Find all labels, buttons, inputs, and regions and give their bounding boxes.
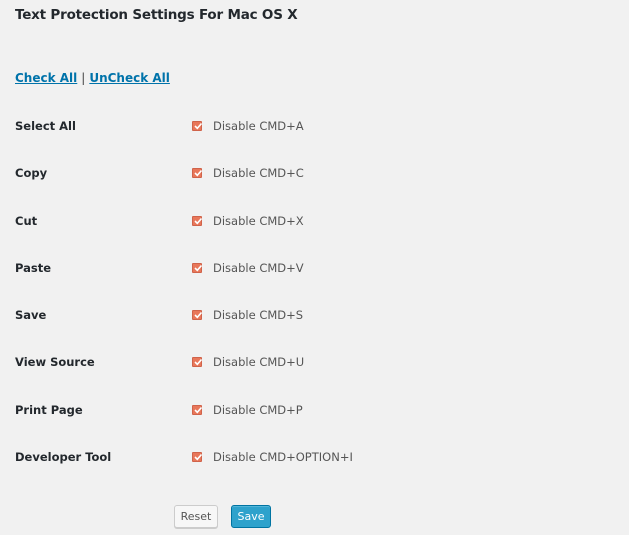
setting-label: Select All [15,119,76,133]
check-all-link[interactable]: Check All [15,71,77,85]
checkmark-icon [194,264,203,272]
checkbox-label[interactable]: Disable CMD+C [213,163,304,183]
uncheck-all-link[interactable]: UnCheck All [89,71,170,85]
link-separator: | [81,71,86,85]
setting-row-view-source: View Source Disable CMD+U [15,352,615,372]
checkmark-icon [194,122,203,130]
checkbox-cmd-v[interactable] [192,263,203,273]
bulk-select-links: Check All | UnCheck All [15,71,170,85]
checkbox-label[interactable]: Disable CMD+V [213,258,304,278]
checkbox-cmd-u[interactable] [192,357,203,367]
setting-label: Save [15,308,47,322]
checkbox-cmd-x[interactable] [192,216,203,226]
setting-label: Developer Tool [15,450,112,464]
checkbox-label[interactable]: Disable CMD+P [213,400,303,420]
checkbox-cmd-p[interactable] [192,405,203,415]
checkmark-icon [194,406,203,414]
checkmark-icon [194,311,203,319]
checkbox-cmd-option-i[interactable] [192,452,203,462]
setting-row-copy: Copy Disable CMD+C [15,163,615,183]
checkbox-label[interactable]: Disable CMD+S [213,305,303,325]
checkbox-cmd-s[interactable] [192,310,203,320]
checkmark-icon [194,358,203,366]
setting-label: Copy [15,166,48,180]
reset-button[interactable]: Reset [174,505,218,528]
setting-label: View Source [15,355,95,369]
checkbox-label[interactable]: Disable CMD+OPTION+I [213,447,353,467]
setting-row-save: Save Disable CMD+S [15,305,615,325]
setting-row-developer-tool: Developer Tool Disable CMD+OPTION+I [15,447,615,467]
setting-label: Print Page [15,403,83,417]
setting-row-select-all: Select All Disable CMD+A [15,116,615,136]
checkbox-cmd-a[interactable] [192,121,203,131]
checkbox-label[interactable]: Disable CMD+U [213,352,304,372]
checkmark-icon [194,217,203,225]
checkbox-label[interactable]: Disable CMD+X [213,211,304,231]
setting-row-paste: Paste Disable CMD+V [15,258,615,278]
setting-label: Paste [15,261,52,275]
setting-row-print-page: Print Page Disable CMD+P [15,400,615,420]
checkmark-icon [194,169,203,177]
checkbox-label[interactable]: Disable CMD+A [213,116,304,136]
checkbox-cmd-c[interactable] [192,168,203,178]
checkmark-icon [194,453,203,461]
setting-label: Cut [15,214,38,228]
setting-row-cut: Cut Disable CMD+X [15,211,615,231]
page-title: Text Protection Settings For Mac OS X [15,7,298,23]
save-button[interactable]: Save [231,505,271,528]
